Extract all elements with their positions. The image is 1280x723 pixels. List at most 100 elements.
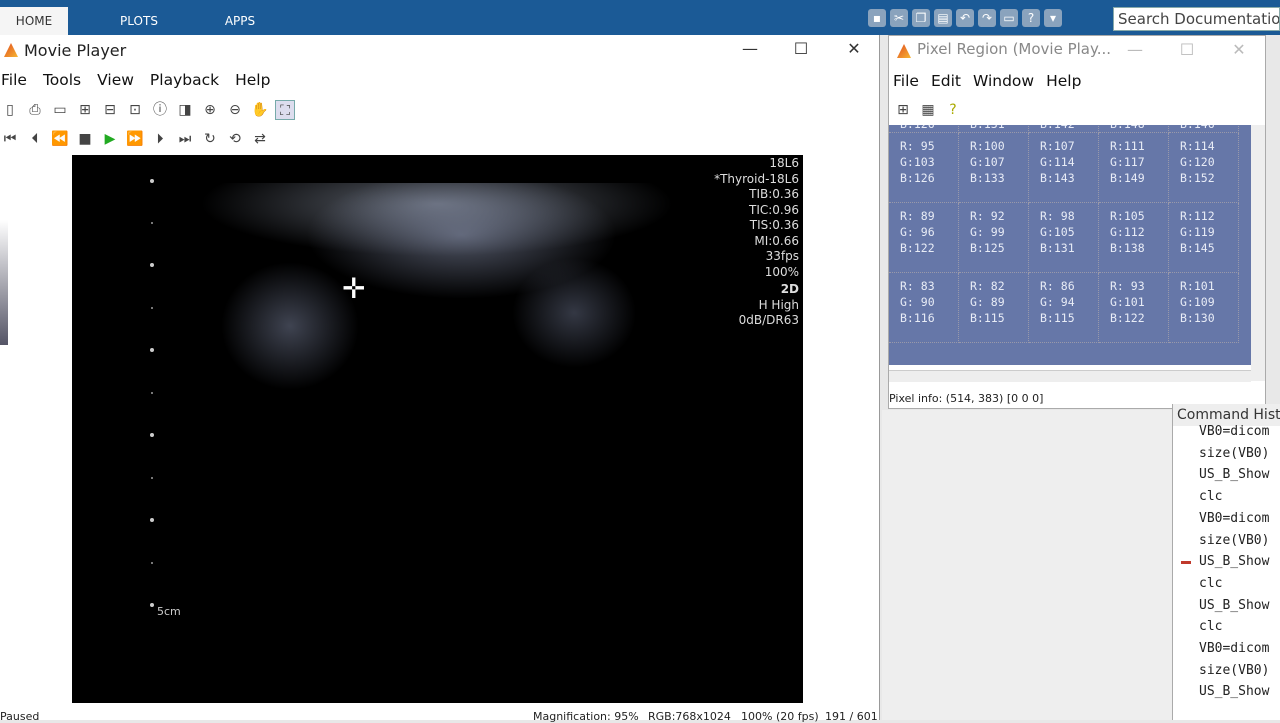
go-last-icon[interactable]: ⏭ bbox=[175, 129, 195, 149]
stop-icon[interactable]: ■ bbox=[75, 129, 95, 149]
depth-marker bbox=[150, 263, 154, 267]
redo-icon[interactable]: ↷ bbox=[978, 9, 996, 27]
switch-windows-icon[interactable]: ▭ bbox=[1000, 9, 1018, 27]
depth-tick bbox=[151, 222, 153, 224]
history-entry[interactable]: VB0=dicom bbox=[1199, 424, 1269, 439]
error-marker-icon bbox=[1181, 561, 1191, 565]
pixel-cell: R:105 G:112 B:138 bbox=[1099, 203, 1169, 273]
menu-tools[interactable]: Tools bbox=[43, 71, 81, 95]
copy-icon[interactable]: ❐ bbox=[912, 9, 930, 27]
grid-icon[interactable]: ▦ bbox=[918, 100, 938, 120]
info-icon[interactable]: ⓘ bbox=[150, 100, 170, 120]
playback-state: Paused bbox=[0, 710, 40, 723]
history-entry[interactable]: size(VB0) bbox=[1199, 533, 1269, 548]
step-back-icon[interactable]: ⏴ bbox=[25, 129, 45, 149]
history-entry[interactable]: US_B_Show bbox=[1199, 554, 1269, 569]
pixel-cell: R: 93 G:101 B:122 bbox=[1099, 273, 1169, 343]
menu-playback[interactable]: Playback bbox=[150, 71, 219, 95]
history-entry[interactable]: VB0=dicom bbox=[1199, 641, 1269, 656]
menu-help[interactable]: Help bbox=[1046, 72, 1081, 90]
depth-marker bbox=[150, 518, 154, 522]
minimize-icon[interactable]: — bbox=[740, 39, 760, 58]
menu-file[interactable]: File bbox=[893, 72, 919, 90]
overlay-line: 0dB/DR63 bbox=[738, 313, 799, 327]
tab-apps[interactable]: APPS bbox=[214, 7, 266, 35]
tab-home[interactable]: HOME bbox=[0, 7, 68, 35]
copy-region-icon[interactable]: ⊞ bbox=[893, 100, 913, 120]
new-icon[interactable]: ▯ bbox=[0, 100, 20, 120]
repeat-icon[interactable]: ⟲ bbox=[225, 129, 245, 149]
ultrasound-viewer[interactable]: 18L6 *Thyroid-18L6 TIB:0.36 TIC:0.96 TIS… bbox=[72, 155, 803, 703]
history-entry[interactable]: US_B_Show bbox=[1199, 598, 1269, 613]
tab-plots[interactable]: PLOTS bbox=[110, 7, 168, 35]
rgb-size: RGB:768x1024 bbox=[648, 710, 731, 723]
open-icon[interactable]: ▭ bbox=[50, 100, 70, 120]
close-icon[interactable]: ✕ bbox=[844, 39, 864, 58]
help-icon[interactable]: ? bbox=[1022, 9, 1040, 27]
menu-edit[interactable]: Edit bbox=[931, 72, 961, 90]
pixel-cell: R: 98 G:105 B:131 bbox=[1029, 203, 1099, 273]
menu-help[interactable]: Help bbox=[235, 71, 270, 95]
history-entry[interactable]: US_B_Show bbox=[1199, 467, 1269, 482]
go-first-icon[interactable]: ⏮ bbox=[0, 129, 20, 149]
history-entry[interactable]: size(VB0) bbox=[1199, 446, 1269, 461]
search-documentation-input[interactable]: Search Documentation bbox=[1113, 7, 1280, 31]
history-entry[interactable]: US_B_Show bbox=[1199, 684, 1269, 699]
overlay-line: 100% bbox=[764, 264, 799, 279]
overlay-line: 18L6 bbox=[769, 156, 799, 170]
pixel-cell: R: 86 G: 94 B:115 bbox=[1029, 273, 1099, 343]
ultrasound-image bbox=[192, 183, 682, 443]
menu-view[interactable]: View bbox=[97, 71, 134, 95]
history-entry[interactable]: size(VB0) bbox=[1199, 663, 1269, 678]
overlay-line: 33fps bbox=[765, 249, 799, 263]
zoom-in-icon[interactable]: ⊕ bbox=[200, 100, 220, 120]
export-icon[interactable]: ⊞ bbox=[75, 100, 95, 120]
zoom-out-icon[interactable]: ⊖ bbox=[225, 100, 245, 120]
rewind-icon[interactable]: ⏪ bbox=[50, 129, 70, 149]
pixel-cell: R: 92 G: 99 B:125 bbox=[959, 203, 1029, 273]
maximize-icon[interactable]: ☐ bbox=[1177, 40, 1197, 59]
depth-marker bbox=[150, 348, 154, 352]
command-history-panel: Command History VB0=dicom size(VB0) US_B_S… bbox=[1172, 404, 1280, 720]
pixel-cell: R:111 G:117 B:149 bbox=[1099, 133, 1169, 203]
pixel-cell: B:148 bbox=[1099, 125, 1169, 133]
loop-icon[interactable]: ↻ bbox=[200, 129, 220, 149]
close-icon[interactable]: ✕ bbox=[1229, 40, 1249, 59]
step-forward-icon[interactable]: ⏵ bbox=[150, 129, 170, 149]
history-entry[interactable]: VB0=dicom bbox=[1199, 511, 1269, 526]
pixel-grid[interactable]: B:126 B:131 B:142 B:148 B:146 R: 95 G:103… bbox=[889, 125, 1251, 365]
vertical-scrollbar[interactable] bbox=[1251, 125, 1265, 381]
status-bar: Paused Magnification: 95% RGB:768x1024 1… bbox=[0, 707, 880, 723]
reverse-icon[interactable]: ⇄ bbox=[250, 129, 270, 149]
cut-icon[interactable]: ✂ bbox=[890, 9, 908, 27]
pixel-cell: B:142 bbox=[1029, 125, 1099, 133]
menu-file[interactable]: File bbox=[1, 71, 27, 95]
menu-window[interactable]: Window bbox=[973, 72, 1034, 90]
print-icon[interactable]: ⎙ bbox=[25, 100, 45, 120]
dropdown-icon[interactable]: ▾ bbox=[1044, 9, 1062, 27]
movie-player-window: Movie Player — ☐ ✕ File Tools View Playb… bbox=[0, 35, 880, 723]
horizontal-scrollbar[interactable] bbox=[889, 370, 1251, 382]
minimize-icon[interactable]: — bbox=[1125, 40, 1145, 59]
pixel-region-icon[interactable]: ⊡ bbox=[125, 100, 145, 120]
window-title: Movie Player bbox=[24, 41, 127, 60]
paste-icon[interactable]: ▤ bbox=[934, 9, 952, 27]
pan-icon[interactable]: ✋ bbox=[250, 100, 270, 120]
help-icon[interactable]: ? bbox=[943, 100, 963, 120]
save-icon[interactable]: ▪ bbox=[868, 9, 886, 27]
pixel-region-window: Pixel Region (Movie Play... — ☐ ✕ File E… bbox=[888, 35, 1266, 409]
maximize-icon[interactable]: ☐ bbox=[791, 39, 811, 58]
undo-icon[interactable]: ↶ bbox=[956, 9, 974, 27]
tree-icon[interactable]: ⊟ bbox=[100, 100, 120, 120]
history-entry[interactable]: clc bbox=[1199, 619, 1222, 634]
history-entry[interactable]: clc bbox=[1199, 489, 1222, 504]
pixel-cell: R:114 G:120 B:152 bbox=[1169, 133, 1239, 203]
playback-toolbar: ⏮ ⏴ ⏪ ■ ▶ ⏩ ⏵ ⏭ ↻ ⟲ ⇄ bbox=[0, 129, 275, 149]
fast-forward-icon[interactable]: ⏩ bbox=[125, 129, 145, 149]
fit-icon[interactable]: ⛶ bbox=[275, 100, 295, 120]
depth-tick bbox=[151, 392, 153, 394]
colormap-icon[interactable]: ◨ bbox=[175, 100, 195, 120]
menu-bar: File Edit Window Help bbox=[893, 72, 1093, 90]
play-icon[interactable]: ▶ bbox=[100, 129, 120, 149]
history-entry[interactable]: clc bbox=[1199, 576, 1222, 591]
